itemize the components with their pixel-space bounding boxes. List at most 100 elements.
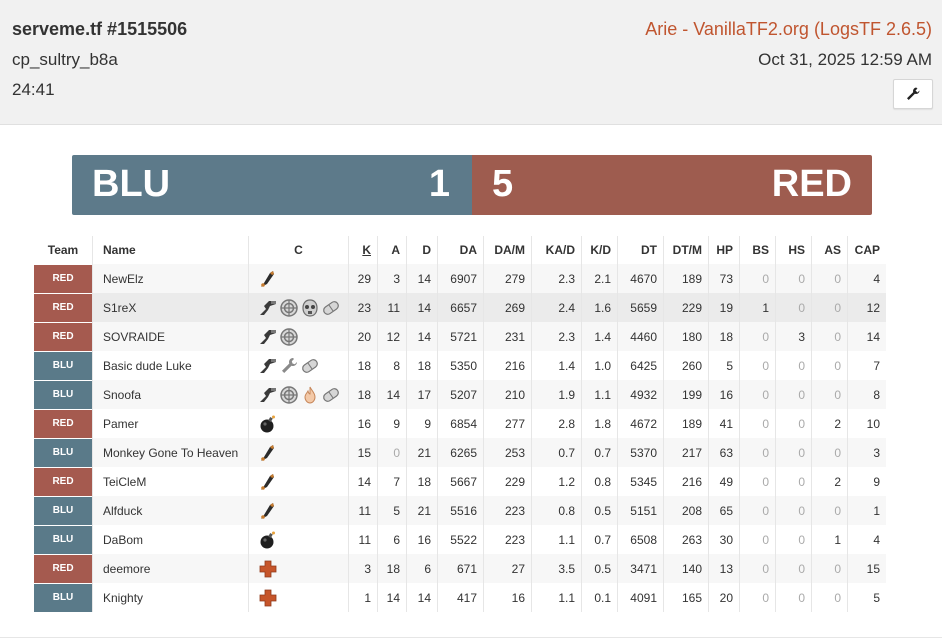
col-damage[interactable]: DA bbox=[437, 236, 484, 264]
map-name: cp_sultry_b8a bbox=[12, 50, 118, 69]
stat-bs: 0 bbox=[739, 525, 776, 554]
demoman-icon[interactable] bbox=[258, 414, 278, 434]
team-badge: BLU bbox=[34, 438, 92, 467]
col-assists[interactable]: A bbox=[377, 236, 407, 264]
table-row: BLU DaBom 11 6 16 5522 223 1.1 0.7 6508 263 30 0 0 1 4 bbox=[34, 525, 886, 554]
col-damage-per-min[interactable]: DA/M bbox=[483, 236, 532, 264]
col-kills[interactable]: K bbox=[348, 236, 378, 264]
engineer-icon[interactable] bbox=[279, 327, 299, 347]
stat-dt: 6508 bbox=[617, 525, 664, 554]
wrench-icon[interactable] bbox=[279, 356, 299, 376]
stat-k: 14 bbox=[348, 467, 378, 496]
player-name[interactable]: Pamer bbox=[92, 409, 249, 438]
medic-icon[interactable] bbox=[321, 298, 341, 318]
player-name[interactable]: TeiCleM bbox=[92, 467, 249, 496]
medic-icon[interactable] bbox=[300, 356, 320, 376]
stat-d: 14 bbox=[406, 322, 438, 351]
col-backstabs[interactable]: BS bbox=[739, 236, 776, 264]
flame-icon[interactable] bbox=[300, 385, 320, 405]
player-name[interactable]: deemore bbox=[92, 554, 249, 583]
stat-cap: 1 bbox=[847, 496, 886, 525]
table-header-row: Team Name C K A D DA DA/M KA/D K/D DT DT… bbox=[34, 236, 886, 264]
soldier-icon[interactable] bbox=[258, 327, 278, 347]
engineer-icon[interactable] bbox=[279, 385, 299, 405]
medic-cross-icon[interactable] bbox=[258, 559, 278, 579]
stat-kad: 3.5 bbox=[531, 554, 582, 583]
player-name[interactable]: Basic dude Luke bbox=[92, 351, 249, 380]
classes-played bbox=[248, 322, 349, 351]
classes-played bbox=[248, 293, 349, 322]
red-score-panel: 5 RED bbox=[472, 155, 872, 215]
class-icons bbox=[258, 559, 348, 579]
stat-as: 2 bbox=[811, 467, 848, 496]
demoman-icon[interactable] bbox=[258, 530, 278, 550]
uploader-link[interactable]: Arie - VanillaTF2.org (LogsTF 2.6.5) bbox=[645, 19, 932, 40]
stat-da: 417 bbox=[437, 583, 484, 612]
stat-as: 0 bbox=[811, 322, 848, 351]
medic-cross-icon[interactable] bbox=[258, 588, 278, 608]
stat-kd: 0.7 bbox=[581, 525, 618, 554]
player-name[interactable]: Monkey Gone To Heaven bbox=[92, 438, 249, 467]
stat-k: 1 bbox=[348, 583, 378, 612]
stat-bs: 0 bbox=[739, 380, 776, 409]
stat-kad: 0.7 bbox=[531, 438, 582, 467]
stat-dtm: 260 bbox=[663, 351, 709, 380]
pyro-icon[interactable] bbox=[300, 298, 320, 318]
stat-kad: 1.1 bbox=[531, 583, 582, 612]
col-class[interactable]: C bbox=[248, 236, 349, 264]
stat-kd: 0.8 bbox=[581, 467, 618, 496]
stat-k: 11 bbox=[348, 525, 378, 554]
divider bbox=[0, 637, 942, 638]
team-badge: RED bbox=[34, 554, 92, 583]
medic-icon[interactable] bbox=[321, 385, 341, 405]
col-team[interactable]: Team bbox=[34, 236, 93, 264]
team-badge: RED bbox=[34, 293, 92, 322]
col-damage-taken[interactable]: DT bbox=[617, 236, 664, 264]
player-name[interactable]: Alfduck bbox=[92, 496, 249, 525]
col-deaths[interactable]: D bbox=[406, 236, 438, 264]
stat-cap: 5 bbox=[847, 583, 886, 612]
stat-da: 5207 bbox=[437, 380, 484, 409]
stat-dt: 4460 bbox=[617, 322, 664, 351]
scout-icon[interactable] bbox=[258, 472, 278, 492]
scout-icon[interactable] bbox=[258, 269, 278, 289]
team-cell: RED bbox=[34, 322, 93, 351]
soldier-icon[interactable] bbox=[258, 385, 278, 405]
table-row: BLU Snoofa 18 14 17 5207 210 1.9 1.1 4932 199 16 0 0 0… bbox=[34, 380, 886, 409]
soldier-icon[interactable] bbox=[258, 356, 278, 376]
stat-k: 18 bbox=[348, 380, 378, 409]
scout-icon[interactable] bbox=[258, 501, 278, 521]
stat-hp: 16 bbox=[708, 380, 740, 409]
col-health[interactable]: HP bbox=[708, 236, 740, 264]
col-kd[interactable]: K/D bbox=[581, 236, 618, 264]
stat-dt: 4672 bbox=[617, 409, 664, 438]
stat-dtm: 180 bbox=[663, 322, 709, 351]
col-headshots[interactable]: HS bbox=[775, 236, 812, 264]
col-damage-taken-per-min[interactable]: DT/M bbox=[663, 236, 709, 264]
player-name[interactable]: DaBom bbox=[92, 525, 249, 554]
stat-hp: 30 bbox=[708, 525, 740, 554]
class-icons bbox=[258, 501, 348, 521]
player-name[interactable]: S1reX bbox=[92, 293, 249, 322]
col-airshots[interactable]: AS bbox=[811, 236, 848, 264]
tools-button[interactable] bbox=[893, 79, 933, 109]
engineer-icon[interactable] bbox=[279, 298, 299, 318]
team-badge: RED bbox=[34, 467, 92, 496]
stat-k: 16 bbox=[348, 409, 378, 438]
stat-cap: 10 bbox=[847, 409, 886, 438]
col-kad[interactable]: KA/D bbox=[531, 236, 582, 264]
class-icons bbox=[258, 472, 348, 492]
player-name[interactable]: NewElz bbox=[92, 264, 249, 293]
stat-cap: 3 bbox=[847, 438, 886, 467]
soldier-icon[interactable] bbox=[258, 298, 278, 318]
stat-d: 18 bbox=[406, 351, 438, 380]
player-name[interactable]: SOVRAIDE bbox=[92, 322, 249, 351]
player-name[interactable]: Knighty bbox=[92, 583, 249, 612]
scout-icon[interactable] bbox=[258, 443, 278, 463]
col-name[interactable]: Name bbox=[92, 236, 249, 264]
col-captures[interactable]: CAP bbox=[847, 236, 886, 264]
scoreboard: BLU 1 5 RED bbox=[72, 155, 872, 215]
stat-hp: 41 bbox=[708, 409, 740, 438]
player-name[interactable]: Snoofa bbox=[92, 380, 249, 409]
stat-cap: 9 bbox=[847, 467, 886, 496]
